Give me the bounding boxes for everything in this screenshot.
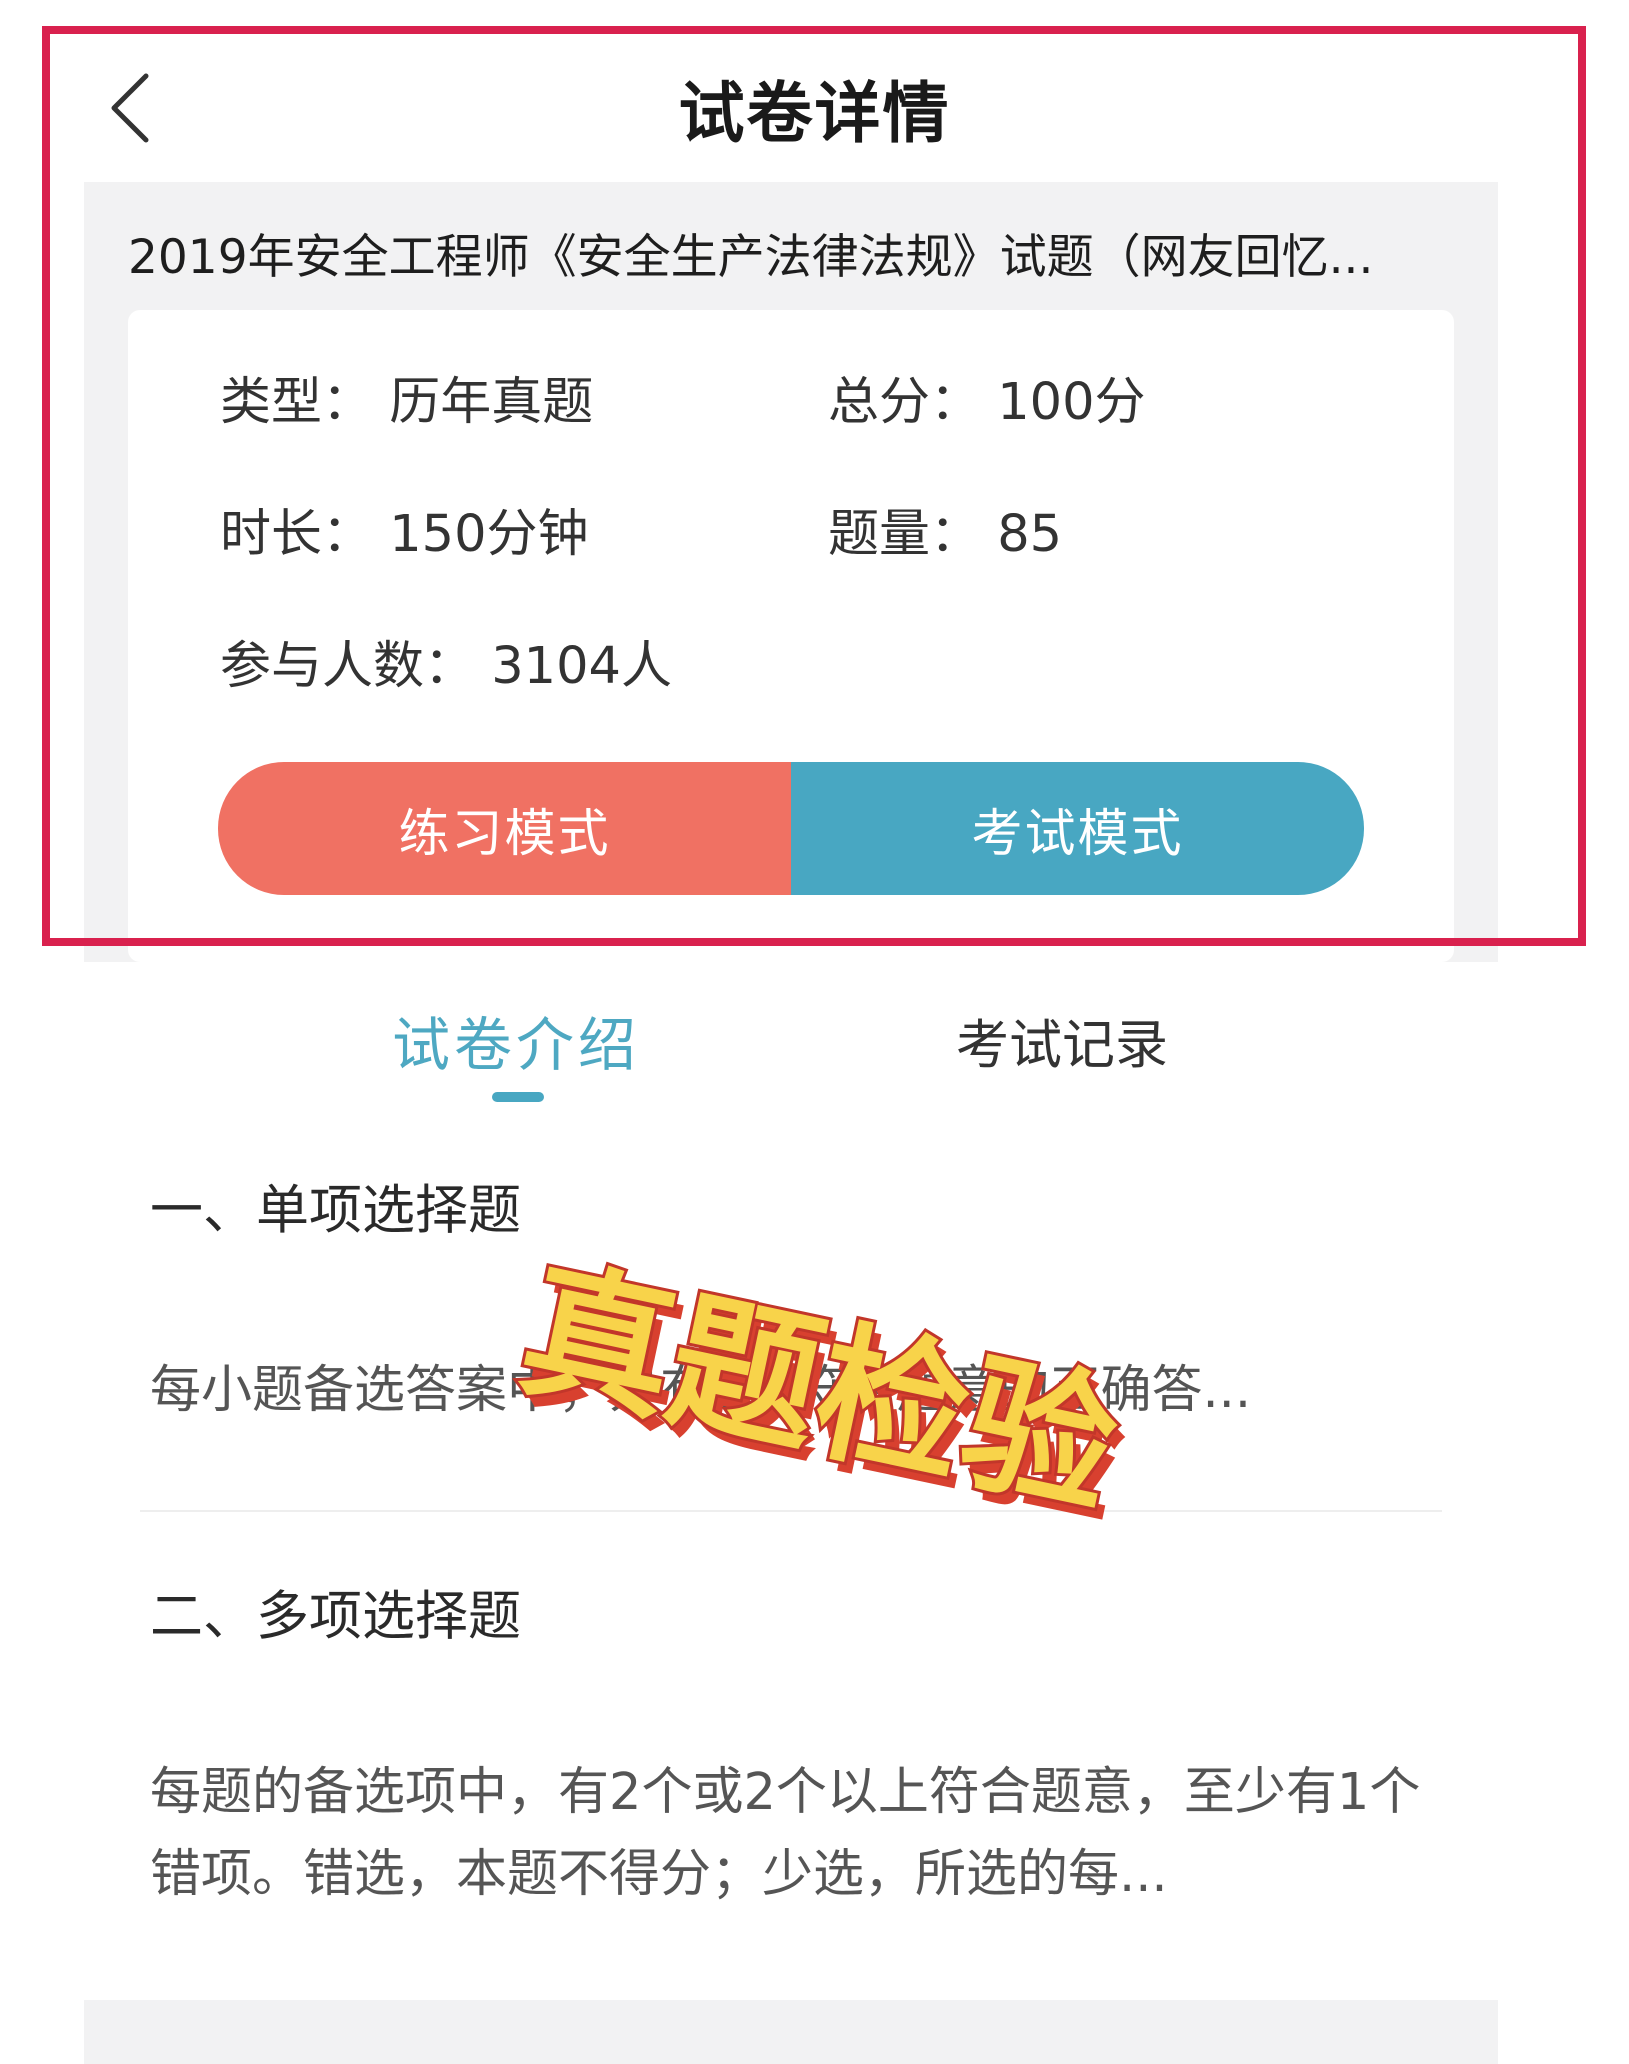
highlight-frame xyxy=(42,26,1586,946)
sticker-stamp: 真题检验 真题检验 xyxy=(504,1239,1138,1549)
bottom-bar xyxy=(84,2000,1498,2064)
tab-paper-intro[interactable]: 试卷介绍 xyxy=(392,998,640,1082)
tab-exam-record[interactable]: 考试记录 xyxy=(956,1003,1168,1079)
section-description: 每题的备选项中，有2个或2个以上符合题意，至少有1个错项。错选，本题不得分；少选… xyxy=(150,1763,1421,1904)
section-title: 一、单项选择题 xyxy=(150,1180,521,1241)
section-title: 二、多项选择题 xyxy=(150,1586,521,1647)
sticker-text: 真题检验 xyxy=(507,1242,1130,1537)
active-tab-indicator xyxy=(492,1092,544,1102)
